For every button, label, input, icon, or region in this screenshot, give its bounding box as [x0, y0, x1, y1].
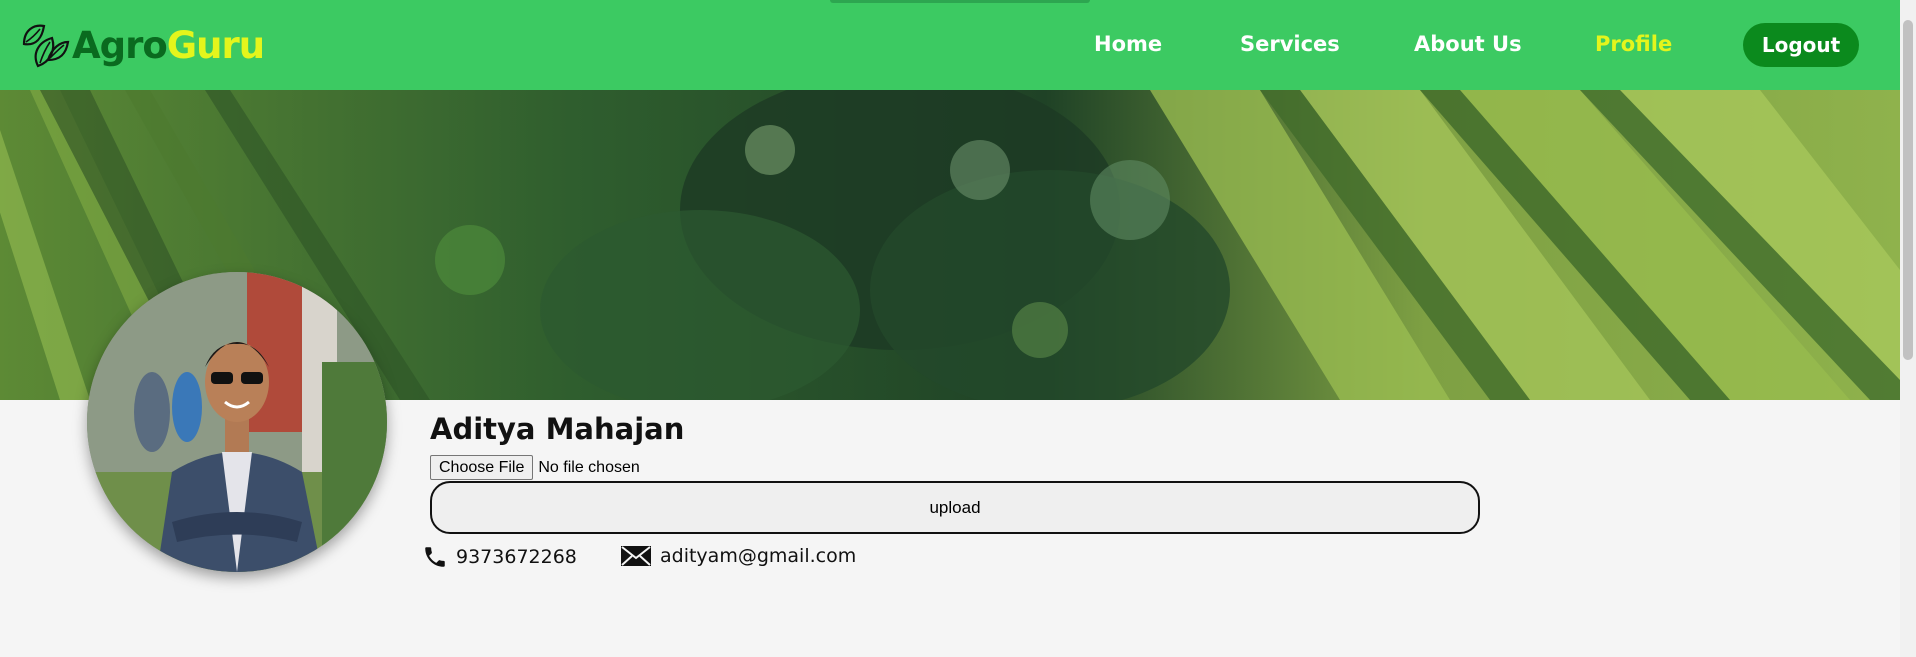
profile-avatar[interactable]	[87, 272, 387, 572]
profile-name: Aditya Mahajan	[430, 412, 685, 446]
user-photo	[87, 272, 387, 572]
page-scrollbar[interactable]	[1900, 0, 1916, 657]
nav-about-us[interactable]: About Us	[1414, 32, 1522, 56]
file-input: Choose File No file chosen	[430, 455, 640, 480]
phone-contact: 9373672268	[422, 544, 577, 570]
nav-services[interactable]: Services	[1240, 32, 1340, 56]
email-contact: adityam@gmail.com	[620, 544, 856, 568]
nav-home[interactable]: Home	[1094, 32, 1162, 56]
email-address: adityam@gmail.com	[660, 545, 857, 567]
mail-icon	[621, 546, 651, 566]
upload-button[interactable]: upload	[430, 481, 1480, 534]
top-navbar: AgroGuru Home Services About Us Profile …	[0, 0, 1900, 90]
file-status: No file chosen	[538, 458, 640, 476]
scrollbar-thumb[interactable]	[1903, 20, 1913, 360]
choose-file-button[interactable]: Choose File	[430, 455, 534, 480]
phone-number: 9373672268	[456, 546, 577, 568]
phone-icon	[425, 547, 445, 567]
nav-profile[interactable]: Profile	[1595, 32, 1672, 56]
logout-button[interactable]: Logout	[1743, 23, 1859, 67]
nav-links: Home Services About Us Profile Logout	[0, 0, 1900, 90]
